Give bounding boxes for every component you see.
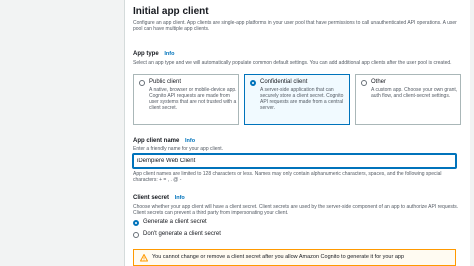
no-secret-label: Don't generate a client secret bbox=[143, 231, 221, 237]
section-description: Configure an app client. App clients are… bbox=[133, 20, 457, 32]
warning-text: You cannot change or remove a client sec… bbox=[152, 254, 405, 260]
app-client-name-label: App client name bbox=[133, 138, 180, 144]
other-client-title: Other bbox=[371, 79, 387, 85]
app-type-option-confidential[interactable]: Confidential client A server-side applic… bbox=[244, 74, 350, 125]
app-client-name-label-row: App client name Info bbox=[133, 138, 195, 144]
other-client-radio[interactable] bbox=[361, 80, 367, 86]
client-secret-label: Client secret bbox=[133, 195, 170, 201]
client-secret-label-row: Client secret Info bbox=[133, 195, 185, 201]
public-client-title: Public client bbox=[149, 79, 182, 85]
app-client-name-description: Enter a friendly name for your app clien… bbox=[133, 146, 224, 152]
confidential-client-radio[interactable] bbox=[250, 80, 256, 86]
app-client-name-info-link[interactable]: Info bbox=[185, 138, 195, 144]
no-secret-radio[interactable] bbox=[133, 232, 139, 238]
app-client-name-input[interactable] bbox=[133, 154, 456, 168]
generate-secret-option[interactable]: Generate a client secret bbox=[133, 219, 253, 228]
app-type-label: App type bbox=[133, 51, 159, 57]
app-type-option-other[interactable]: Other A custom app. Choose your own gran… bbox=[355, 74, 461, 125]
confidential-client-description: A server-side application that can secur… bbox=[260, 87, 344, 111]
warning-icon bbox=[140, 254, 148, 262]
other-client-description: A custom app. Choose your own grant, aut… bbox=[371, 87, 458, 99]
client-secret-description: Choose whether your app client will have… bbox=[133, 204, 459, 216]
public-client-radio[interactable] bbox=[139, 80, 145, 86]
no-secret-option[interactable]: Don't generate a client secret bbox=[133, 231, 273, 240]
confidential-client-title: Confidential client bbox=[260, 79, 308, 85]
section-title: Initial app client bbox=[133, 6, 209, 17]
generate-secret-label: Generate a client secret bbox=[143, 219, 207, 225]
app-type-info-link[interactable]: Info bbox=[164, 51, 174, 57]
app-client-name-hint: App client names are limited to 128 char… bbox=[133, 171, 442, 183]
client-secret-info-link[interactable]: Info bbox=[175, 195, 185, 201]
app-type-label-row: App type Info bbox=[133, 51, 174, 57]
generate-secret-radio[interactable] bbox=[133, 220, 139, 226]
app-type-option-public[interactable]: Public client A native, browser or mobil… bbox=[133, 74, 239, 125]
app-type-description: Select an app type and we will automatic… bbox=[133, 60, 452, 66]
warning-alert: You cannot change or remove a client sec… bbox=[133, 249, 456, 266]
public-client-description: A native, browser or mobile-device app. … bbox=[149, 87, 237, 111]
